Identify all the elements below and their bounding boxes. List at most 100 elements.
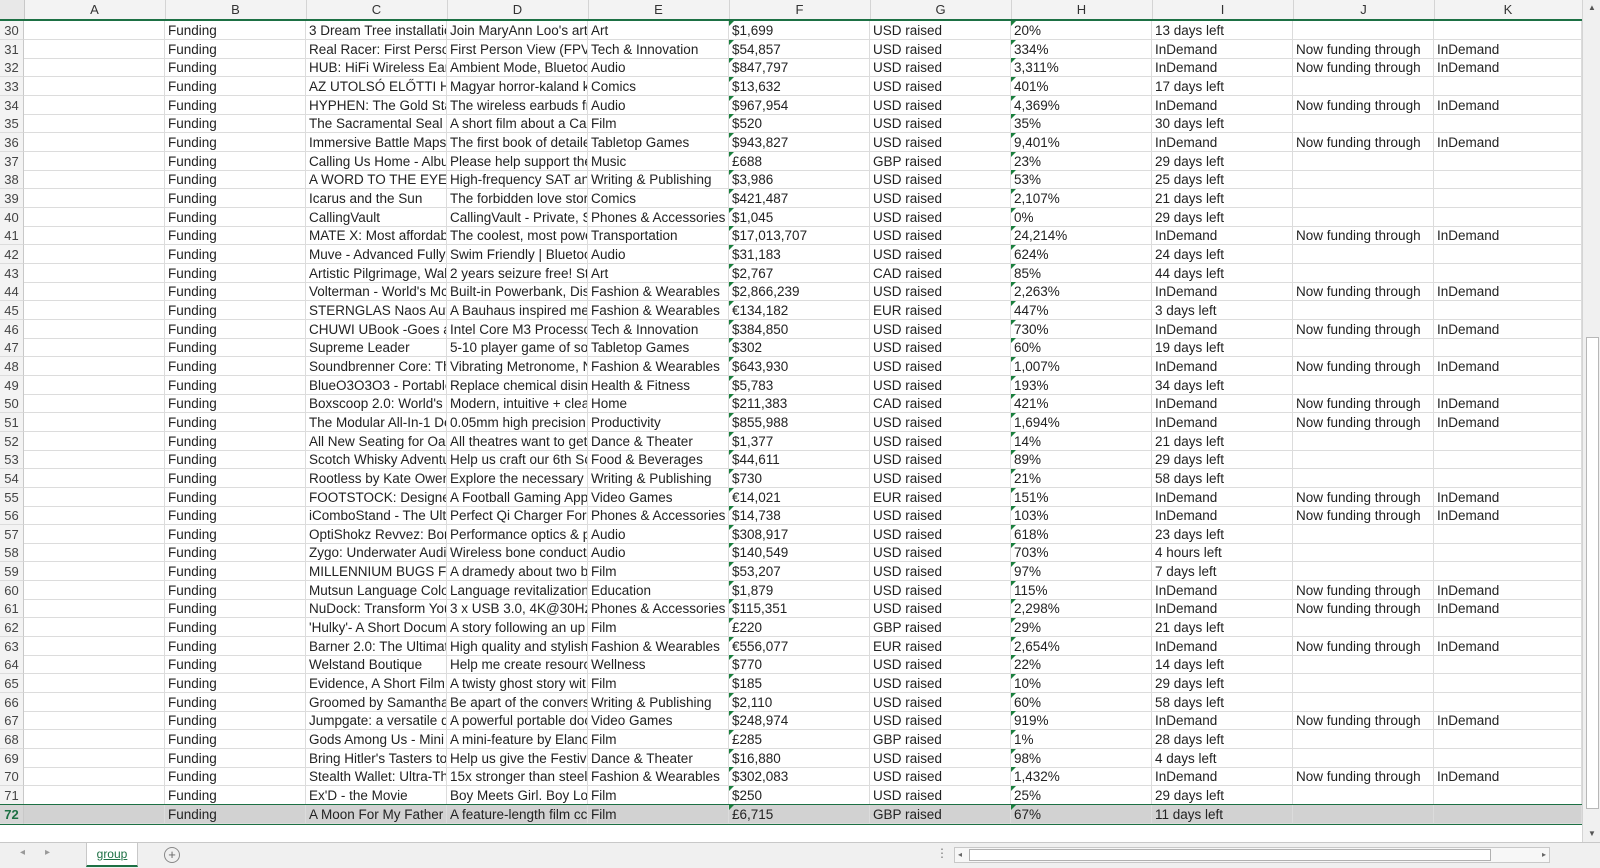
cell-f[interactable]: $967,954 <box>729 95 870 115</box>
row-number[interactable]: 43 <box>0 263 24 283</box>
cell-h[interactable]: 98% <box>1011 748 1152 768</box>
cell-g[interactable]: USD raised <box>870 412 1011 432</box>
cell-d[interactable]: Ambient Mode, Bluetoo <box>447 58 588 78</box>
horizontal-scroll-thumb[interactable] <box>969 849 1491 861</box>
cell-f[interactable]: £285 <box>729 730 870 750</box>
cell-e[interactable]: Music <box>588 151 729 171</box>
cell-b[interactable]: Funding <box>165 338 306 358</box>
cell-c[interactable]: NuDock: Transform You <box>306 599 447 619</box>
cell-c[interactable]: Jumpgate: a versatile dc <box>306 711 447 731</box>
cell-d[interactable]: Performance optics & p <box>447 524 588 544</box>
cell-a[interactable] <box>24 188 165 208</box>
table-row[interactable]: 67 Funding Jumpgate: a versatile dc A power… <box>0 711 1582 731</box>
row-number[interactable]: 64 <box>0 655 24 675</box>
cell-i[interactable]: InDemand <box>1152 95 1293 115</box>
cell-g[interactable]: USD raised <box>870 95 1011 115</box>
cell-g[interactable]: USD raised <box>870 76 1011 96</box>
row-number[interactable]: 61 <box>0 599 24 619</box>
cell-f[interactable]: $1,377 <box>729 431 870 451</box>
row-number[interactable]: 54 <box>0 468 24 488</box>
cell-g[interactable]: USD raised <box>870 431 1011 451</box>
cell-g[interactable]: USD raised <box>870 692 1011 712</box>
cell-e[interactable]: Health & Fitness <box>588 375 729 395</box>
cell-a[interactable] <box>24 300 165 320</box>
cell-j[interactable] <box>1293 114 1434 134</box>
cell-g[interactable]: USD raised <box>870 244 1011 264</box>
cell-c[interactable]: AZ UTOLSÓ ELŐTTI HUS <box>306 76 447 96</box>
cell-i[interactable]: 17 days left <box>1152 76 1293 96</box>
cell-e[interactable]: Dance & Theater <box>588 431 729 451</box>
cell-a[interactable] <box>24 412 165 432</box>
cell-b[interactable]: Funding <box>165 58 306 78</box>
cell-b[interactable]: Funding <box>165 282 306 302</box>
cell-h[interactable]: 919% <box>1011 711 1152 731</box>
cell-k[interactable] <box>1434 188 1582 208</box>
cell-c[interactable]: Icarus and the Sun <box>306 188 447 208</box>
cell-b[interactable]: Funding <box>165 76 306 96</box>
cell-k[interactable]: InDemand <box>1434 506 1582 526</box>
cell-g[interactable]: USD raised <box>870 580 1011 600</box>
cell-f[interactable]: $115,351 <box>729 599 870 619</box>
cell-f[interactable]: $140,549 <box>729 543 870 563</box>
cell-j[interactable] <box>1293 655 1434 675</box>
cell-h[interactable]: 703% <box>1011 543 1152 563</box>
cell-b[interactable]: Funding <box>165 524 306 544</box>
cell-k[interactable]: InDemand <box>1434 767 1582 787</box>
cell-k[interactable]: InDemand <box>1434 580 1582 600</box>
cell-e[interactable]: Audio <box>588 58 729 78</box>
table-row[interactable]: 58 Funding Zygo: Underwater Audic Wireless … <box>0 543 1582 563</box>
cell-g[interactable]: USD raised <box>870 711 1011 731</box>
cell-i[interactable]: 28 days left <box>1152 730 1293 750</box>
cell-f[interactable]: $211,383 <box>729 394 870 414</box>
cell-f[interactable]: $943,827 <box>729 132 870 152</box>
cell-c[interactable]: iComboStand - The Ulti <box>306 506 447 526</box>
cell-c[interactable]: Volterman - World's Mc <box>306 282 447 302</box>
row-number[interactable]: 56 <box>0 506 24 526</box>
cell-c[interactable]: BlueO3O3O3 - Portable <box>306 375 447 395</box>
cell-j[interactable] <box>1293 562 1434 582</box>
cell-i[interactable]: InDemand <box>1152 132 1293 152</box>
cell-g[interactable]: USD raised <box>870 356 1011 376</box>
cell-j[interactable]: Now funding through <box>1293 599 1434 619</box>
cell-d[interactable]: Language revitalization <box>447 580 588 600</box>
table-row[interactable]: 41 Funding MATE X: Most affordabl The coole… <box>0 226 1582 246</box>
cell-g[interactable]: CAD raised <box>870 263 1011 283</box>
cell-c[interactable]: Zygo: Underwater Audic <box>306 543 447 563</box>
column-header-a[interactable]: A <box>24 0 166 19</box>
cell-f[interactable]: $855,988 <box>729 412 870 432</box>
cell-b[interactable]: Funding <box>165 543 306 563</box>
scroll-up-arrow-icon[interactable]: ▲ <box>1583 0 1600 16</box>
cell-j[interactable]: Now funding through <box>1293 636 1434 656</box>
cell-g[interactable]: USD raised <box>870 21 1011 40</box>
table-row[interactable]: 52 Funding All New Seating for Oak All thea… <box>0 431 1582 451</box>
cell-g[interactable]: USD raised <box>870 39 1011 59</box>
cell-g[interactable]: USD raised <box>870 674 1011 694</box>
table-row[interactable]: 70 Funding Stealth Wallet: Ultra-Thi 15x st… <box>0 767 1582 787</box>
table-row[interactable]: 57 Funding OptiShokz Revvez: Bone Performan… <box>0 524 1582 544</box>
cell-b[interactable]: Funding <box>165 394 306 414</box>
cell-c[interactable]: 'Hulky'- A Short Docum <box>306 618 447 638</box>
cell-h[interactable]: 14% <box>1011 431 1152 451</box>
table-row[interactable]: 45 Funding STERNGLAS Naos Autor A Bauhaus i… <box>0 300 1582 320</box>
cell-d[interactable]: Built-in Powerbank, Dis <box>447 282 588 302</box>
cell-g[interactable]: USD raised <box>870 562 1011 582</box>
cell-i[interactable]: 29 days left <box>1152 786 1293 806</box>
cell-d[interactable]: Boy Meets Girl. Boy Los <box>447 786 588 806</box>
table-row[interactable]: 31 Funding Real Racer: First Person First P… <box>0 39 1582 59</box>
cell-i[interactable]: InDemand <box>1152 58 1293 78</box>
cell-e[interactable]: Phones & Accessories <box>588 506 729 526</box>
cell-h[interactable]: 20% <box>1011 21 1152 40</box>
table-row[interactable]: 69 Funding Bring Hitler's Tasters to Help u… <box>0 748 1582 768</box>
cell-e[interactable]: Wellness <box>588 655 729 675</box>
cell-j[interactable] <box>1293 338 1434 358</box>
cell-f[interactable]: €556,077 <box>729 636 870 656</box>
cell-j[interactable] <box>1293 468 1434 488</box>
cell-f[interactable]: $185 <box>729 674 870 694</box>
cell-c[interactable]: Ex'D - the Movie <box>306 786 447 806</box>
cell-a[interactable] <box>24 674 165 694</box>
cell-h[interactable]: 2,107% <box>1011 188 1152 208</box>
cell-j[interactable]: Now funding through <box>1293 767 1434 787</box>
cell-f[interactable]: £220 <box>729 618 870 638</box>
cell-d[interactable]: A Football Gaming App <box>447 487 588 507</box>
cell-k[interactable]: InDemand <box>1434 282 1582 302</box>
